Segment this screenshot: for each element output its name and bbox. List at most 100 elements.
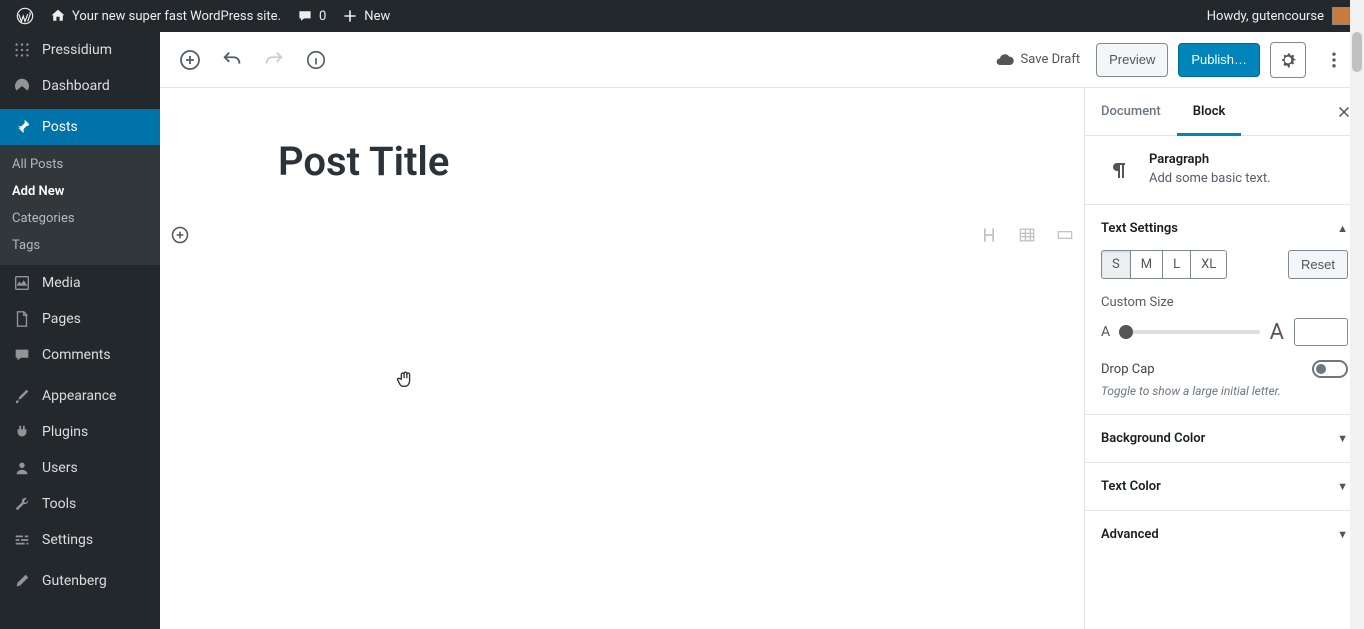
- redo-button[interactable]: [256, 42, 292, 78]
- dashboard-icon: [12, 76, 32, 96]
- block-card: Paragraph Add some basic text.: [1085, 136, 1364, 205]
- chevron-down-icon: ▼: [1337, 432, 1348, 445]
- cloud-icon: [995, 50, 1015, 70]
- post-title-input[interactable]: Post Title: [278, 138, 966, 185]
- menu-appearance[interactable]: Appearance: [0, 378, 160, 414]
- settings-toggle-button[interactable]: [1270, 42, 1306, 78]
- new-content-link[interactable]: New: [334, 0, 398, 32]
- more-menu-button[interactable]: [1316, 42, 1352, 78]
- sidebar-tabs: Document Block: [1085, 88, 1364, 136]
- page-scrollbar[interactable]: [1350, 0, 1364, 629]
- undo-button[interactable]: [214, 42, 250, 78]
- pin-icon: [12, 117, 32, 137]
- menu-host[interactable]: Pressidium: [0, 32, 160, 68]
- plus-circle-icon: [170, 225, 190, 245]
- site-home-link[interactable]: Your new super fast WordPress site.: [42, 0, 289, 32]
- editor: Save Draft Preview Publish… Post Title: [160, 32, 1364, 629]
- content-info-button[interactable]: [298, 42, 334, 78]
- comments-icon: [12, 345, 32, 365]
- menu-users[interactable]: Users: [0, 450, 160, 486]
- wordpress-icon: [16, 7, 34, 25]
- custom-size-slider[interactable]: [1120, 330, 1260, 334]
- pages-icon: [12, 309, 32, 329]
- howdy-text[interactable]: Howdy, gutencourse: [1207, 9, 1324, 24]
- preview-button[interactable]: Preview: [1096, 43, 1168, 77]
- admin-bar: Your new super fast WordPress site. 0 Ne…: [0, 0, 1364, 32]
- table-icon: [1017, 225, 1037, 245]
- menu-gutenberg[interactable]: Gutenberg: [0, 563, 160, 599]
- media-icon: [12, 273, 32, 293]
- tab-block[interactable]: Block: [1177, 88, 1242, 136]
- plus-icon: [342, 8, 358, 24]
- size-s[interactable]: S: [1101, 250, 1131, 279]
- submenu-add-new[interactable]: Add New: [0, 178, 160, 205]
- submenu-categories[interactable]: Categories: [0, 205, 160, 232]
- block-card-title: Paragraph: [1149, 152, 1271, 167]
- wp-logo[interactable]: [8, 0, 42, 32]
- table-block-shortcut[interactable]: [1016, 224, 1038, 246]
- reset-size-button[interactable]: Reset: [1288, 250, 1348, 279]
- info-icon: [305, 49, 327, 71]
- menu-media[interactable]: Media: [0, 265, 160, 301]
- rectangle-icon: [1055, 225, 1075, 245]
- host-icon: [12, 40, 32, 60]
- dropcap-hint: Toggle to show a large initial letter.: [1101, 384, 1348, 398]
- home-icon: [50, 8, 66, 24]
- chevron-up-icon[interactable]: ▲: [1337, 222, 1348, 235]
- admin-menu: Pressidium Dashboard Posts All Posts Add…: [0, 32, 160, 629]
- menu-dashboard[interactable]: Dashboard: [0, 68, 160, 104]
- wrench-icon: [12, 494, 32, 514]
- heading-icon: [979, 225, 999, 245]
- inline-add-block-button[interactable]: [168, 223, 192, 247]
- text-settings-panel: Text Settings ▲ S M L XL Reset Custom Si…: [1085, 205, 1364, 415]
- save-draft-button[interactable]: Save Draft: [989, 50, 1087, 70]
- size-indicator-small: A: [1101, 324, 1110, 340]
- heading-block-shortcut[interactable]: [978, 224, 1000, 246]
- empty-paragraph-block[interactable]: [168, 215, 1076, 255]
- site-title: Your new super fast WordPress site.: [72, 9, 281, 24]
- background-color-panel[interactable]: Background Color ▼: [1085, 415, 1364, 463]
- size-m[interactable]: M: [1131, 250, 1163, 279]
- undo-icon: [221, 49, 243, 71]
- settings-sidebar: Document Block Paragraph Add some basic …: [1084, 88, 1364, 629]
- new-label: New: [364, 9, 390, 24]
- block-card-desc: Add some basic text.: [1149, 171, 1271, 186]
- menu-comments[interactable]: Comments: [0, 337, 160, 373]
- menu-pages[interactable]: Pages: [0, 301, 160, 337]
- submenu-tags[interactable]: Tags: [0, 232, 160, 259]
- chevron-down-icon: ▼: [1337, 480, 1348, 493]
- size-xl[interactable]: XL: [1191, 250, 1227, 279]
- advanced-panel[interactable]: Advanced ▼: [1085, 511, 1364, 558]
- tab-document[interactable]: Document: [1085, 88, 1177, 136]
- brush-icon: [12, 386, 32, 406]
- chevron-down-icon: ▼: [1337, 528, 1348, 541]
- publish-button[interactable]: Publish…: [1178, 43, 1260, 77]
- redo-icon: [263, 49, 285, 71]
- hand-cursor-icon: [394, 368, 416, 390]
- editor-canvas[interactable]: Post Title: [160, 88, 1084, 629]
- pencil-icon: [12, 571, 32, 591]
- size-indicator-large: A: [1270, 320, 1284, 345]
- submenu-posts: All Posts Add New Categories Tags: [0, 145, 160, 265]
- add-block-button[interactable]: [172, 42, 208, 78]
- sliders-icon: [12, 530, 32, 550]
- text-settings-label: Text Settings: [1101, 221, 1178, 236]
- text-color-panel[interactable]: Text Color ▼: [1085, 463, 1364, 511]
- custom-size-input[interactable]: [1294, 318, 1348, 346]
- menu-plugins[interactable]: Plugins: [0, 414, 160, 450]
- menu-tools[interactable]: Tools: [0, 486, 160, 522]
- plug-icon: [12, 422, 32, 442]
- menu-settings[interactable]: Settings: [0, 522, 160, 558]
- menu-posts[interactable]: Posts: [0, 109, 160, 145]
- avatar[interactable]: [1332, 7, 1350, 25]
- comments-link[interactable]: 0: [289, 0, 334, 32]
- dropcap-toggle[interactable]: [1312, 360, 1348, 378]
- submenu-all-posts[interactable]: All Posts: [0, 151, 160, 178]
- dropcap-label: Drop Cap: [1101, 362, 1155, 377]
- custom-size-label: Custom Size: [1101, 295, 1348, 310]
- comment-icon: [297, 8, 313, 24]
- gear-icon: [1278, 50, 1298, 70]
- block-suggestions: [978, 224, 1076, 246]
- cover-block-shortcut[interactable]: [1054, 224, 1076, 246]
- size-l[interactable]: L: [1163, 250, 1191, 279]
